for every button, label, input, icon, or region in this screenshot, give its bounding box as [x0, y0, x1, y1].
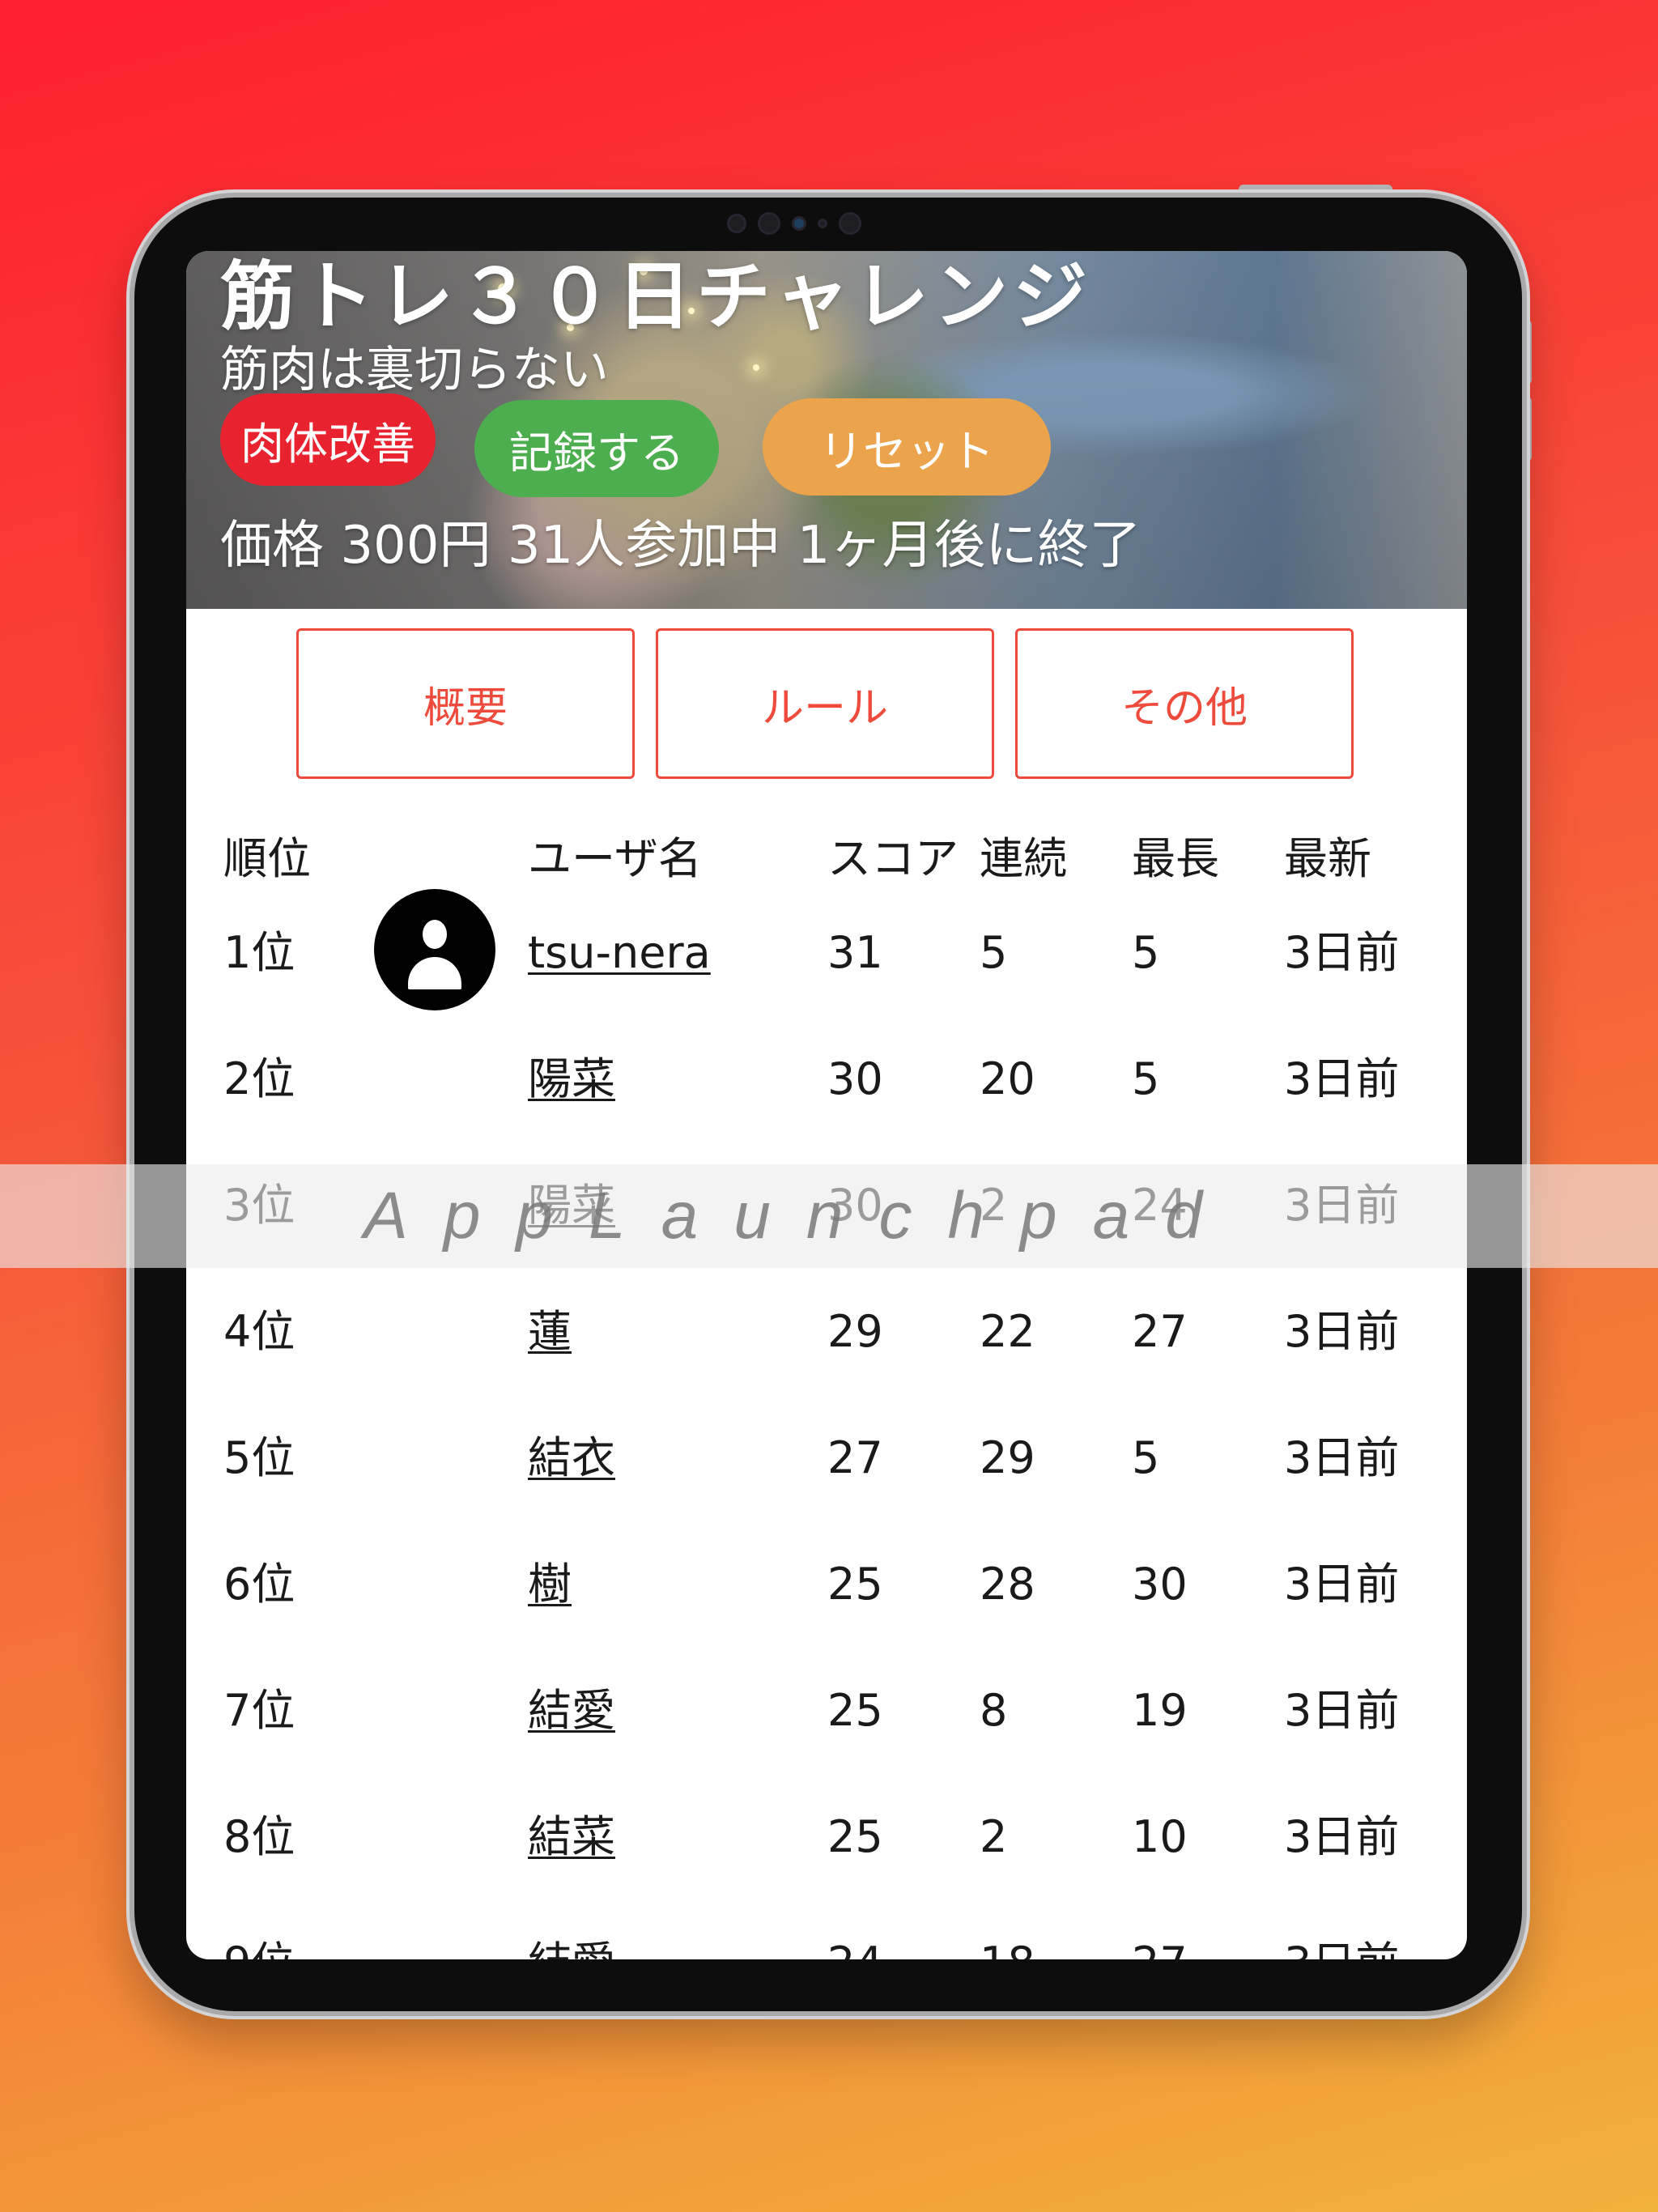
ranking-row: 9位 結愛 24 18 27 3日前	[186, 1942, 1467, 1960]
score-cell: 29	[827, 1306, 883, 1357]
streak-cell: 29	[980, 1432, 1035, 1483]
username-link[interactable]: 結衣	[528, 1436, 615, 1480]
ranking-row: 5位 結衣 27 29 5 3日前	[186, 1436, 1467, 1517]
category-badge[interactable]: 肉体改善	[220, 393, 436, 486]
sensor-dot	[727, 214, 746, 233]
score-cell: 30	[827, 1180, 883, 1231]
sensor-dot	[758, 212, 780, 235]
camera-lens	[792, 216, 806, 231]
camera-cluster	[727, 212, 861, 235]
latest-cell: 3日前	[1284, 1180, 1400, 1231]
latest-cell: 3日前	[1284, 1685, 1400, 1736]
rank-cell: 6位	[223, 1559, 295, 1610]
sensor-dot	[818, 219, 827, 228]
longest-cell: 5	[1132, 1053, 1160, 1104]
rank-cell: 2位	[223, 1053, 295, 1104]
challenge-header: 筋トレ３０日チャレンジ 筋肉は裏切らない 肉体改善 記録する リセット 価格 3…	[186, 251, 1467, 609]
ranking-row: 7位 結愛 25 8 19 3日前	[186, 1689, 1467, 1770]
latest-cell: 3日前	[1284, 1306, 1400, 1357]
record-button[interactable]: 記録する	[474, 400, 719, 497]
ranking-row: 3位 陽菜 30 2 24 3日前	[186, 1184, 1467, 1265]
longest-cell: 30	[1132, 1559, 1188, 1610]
challenge-info: 価格 300円 31人参加中 1ヶ月後に終了	[220, 516, 1141, 576]
longest-cell: 5	[1132, 927, 1160, 978]
app-screen: 筋トレ３０日チャレンジ 筋肉は裏切らない 肉体改善 記録する リセット 価格 3…	[186, 251, 1467, 1959]
streak-cell: 20	[980, 1053, 1035, 1104]
streak-cell: 5	[980, 927, 1008, 978]
streak-cell: 22	[980, 1306, 1035, 1357]
tab-rules[interactable]: ルール	[656, 628, 994, 779]
longest-cell: 5	[1132, 1432, 1160, 1483]
ranking-row: 1位 tsu-nera 31 5 5 3日前	[186, 931, 1467, 1012]
longest-cell: 19	[1132, 1685, 1188, 1736]
streak-cell: 8	[980, 1685, 1008, 1736]
score-cell: 30	[827, 1053, 883, 1104]
challenge-subtitle: 筋肉は裏切らない	[220, 342, 609, 398]
ranking-row: 2位 陽菜 30 20 5 3日前	[186, 1057, 1467, 1138]
username-link[interactable]: 陽菜	[528, 1057, 615, 1101]
streak-cell: 28	[980, 1559, 1035, 1610]
score-cell: 25	[827, 1685, 883, 1736]
header-rank: 順位	[223, 833, 311, 884]
header-score: スコア	[827, 833, 959, 884]
streak-cell: 2	[980, 1811, 1008, 1862]
ranking-row: 8位 結菜 25 2 10 3日前	[186, 1815, 1467, 1896]
header-longest: 最長	[1132, 833, 1219, 884]
sensor-dot	[839, 212, 861, 235]
username-link[interactable]: 結菜	[528, 1815, 615, 1859]
longest-cell: 10	[1132, 1811, 1188, 1862]
rank-cell: 3位	[223, 1180, 295, 1231]
latest-cell: 3日前	[1284, 1432, 1400, 1483]
streak-cell: 2	[980, 1180, 1008, 1231]
latest-cell: 3日前	[1284, 1811, 1400, 1862]
score-cell: 24	[827, 1942, 883, 1960]
rank-cell: 9位	[223, 1942, 295, 1960]
header-username: ユーザ名	[528, 833, 702, 884]
tab-other[interactable]: その他	[1015, 628, 1354, 779]
username-link[interactable]: 蓮	[528, 1310, 572, 1354]
username-link[interactable]: 結愛	[528, 1942, 615, 1960]
rank-cell: 7位	[223, 1685, 295, 1736]
rank-cell: 4位	[223, 1306, 295, 1357]
longest-cell: 24	[1132, 1180, 1188, 1231]
rank-cell: 5位	[223, 1432, 295, 1483]
rank-cell: 1位	[223, 927, 295, 978]
reset-button[interactable]: リセット	[763, 398, 1051, 496]
score-cell: 25	[827, 1559, 883, 1610]
streak-cell: 18	[980, 1942, 1035, 1960]
sparkle-decoration	[753, 364, 759, 371]
rank-cell: 8位	[223, 1811, 295, 1862]
username-link[interactable]: 樹	[528, 1563, 572, 1606]
username-link[interactable]: tsu-nera	[528, 931, 711, 975]
latest-cell: 3日前	[1284, 1942, 1399, 1960]
latest-cell: 3日前	[1284, 927, 1400, 978]
username-link[interactable]: 結愛	[528, 1689, 615, 1733]
longest-cell: 27	[1132, 1306, 1188, 1357]
latest-cell: 3日前	[1284, 1053, 1400, 1104]
score-cell: 25	[827, 1811, 883, 1862]
score-cell: 27	[827, 1432, 883, 1483]
longest-cell: 27	[1132, 1942, 1188, 1960]
tab-overview[interactable]: 概要	[296, 628, 635, 779]
score-cell: 31	[827, 927, 883, 978]
latest-cell: 3日前	[1284, 1559, 1400, 1610]
ranking-row: 4位 蓮 29 22 27 3日前	[186, 1310, 1467, 1391]
header-latest: 最新	[1284, 833, 1371, 884]
username-link[interactable]: 陽菜	[528, 1184, 615, 1227]
ranking-row: 6位 樹 25 28 30 3日前	[186, 1563, 1467, 1644]
header-streak: 連続	[980, 833, 1067, 884]
